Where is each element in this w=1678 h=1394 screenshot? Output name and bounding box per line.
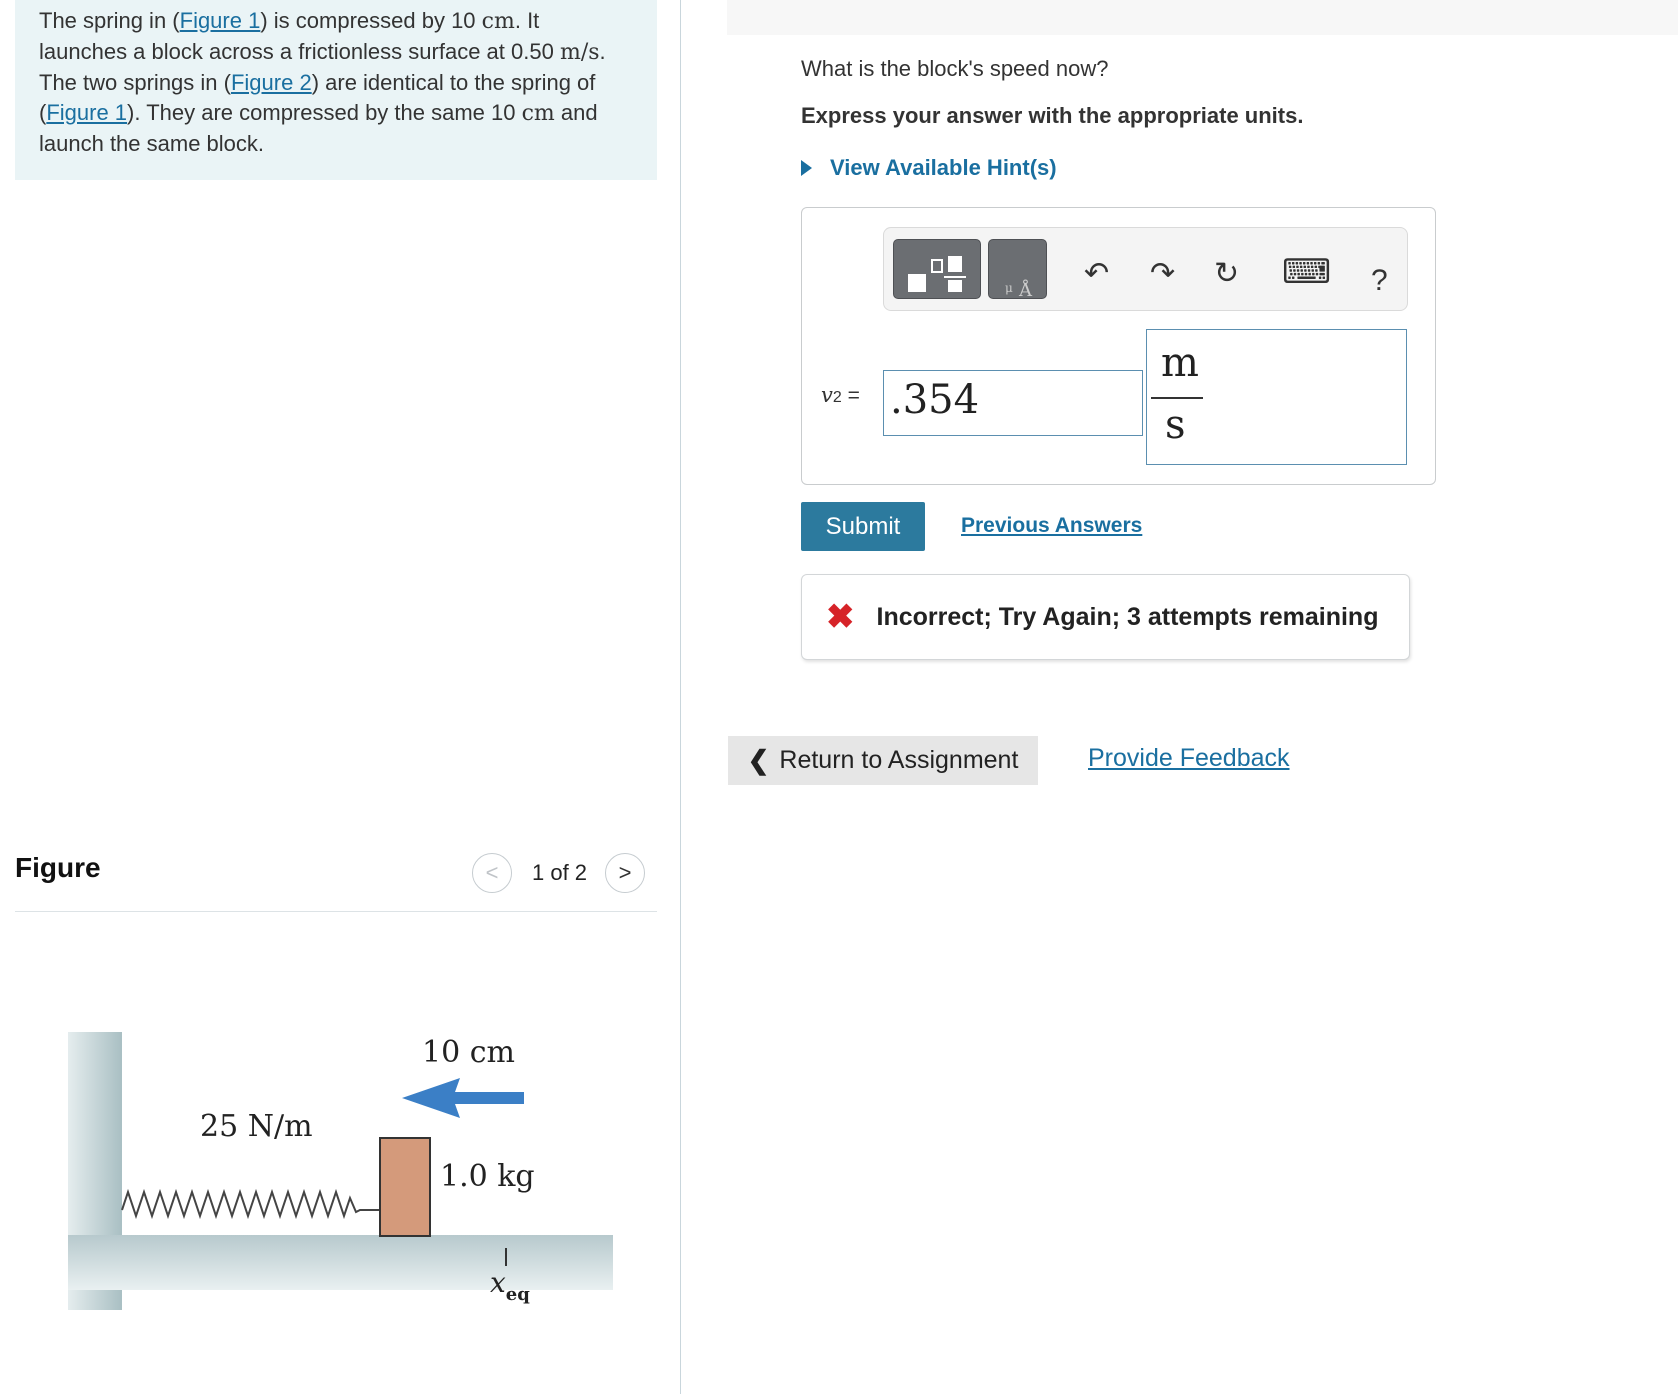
figure-2-link[interactable]: Figure 2 (231, 70, 312, 95)
instruction-text: Express your answer with the appropriate… (801, 103, 1304, 128)
figure-next-button[interactable]: > (605, 853, 646, 893)
view-hints-label: View Available Hint(s) (830, 155, 1057, 180)
figure-prev-button[interactable]: < (472, 853, 512, 893)
figure-counter: 1 of 2 (532, 860, 588, 885)
question-text: What is the block's speed now? (801, 56, 1109, 81)
fraction-bar (1151, 397, 1203, 399)
expand-triangle-icon (801, 160, 812, 176)
problem-text: ) is compressed by 10 (260, 8, 482, 33)
units-button[interactable]: μ Å (988, 239, 1047, 301)
undo-icon[interactable]: ↶ (1084, 256, 1109, 291)
speed-unit: m/s (559, 40, 600, 65)
feedback-message: ✖ Incorrect; Try Again; 3 attempts remai… (801, 574, 1410, 660)
panel-divider (680, 0, 681, 1394)
problem-text: The spring in ( (39, 8, 180, 33)
submit-button[interactable]: Submit (801, 502, 925, 551)
return-to-assignment-button[interactable]: ❮ Return to Assignment (728, 736, 1038, 785)
provide-feedback-link[interactable]: Provide Feedback (1088, 744, 1290, 773)
unit-numerator: m (1161, 340, 1199, 386)
svg-text:μ: μ (1005, 281, 1013, 295)
chevron-left-icon: < (485, 860, 499, 885)
svg-text:Å: Å (1018, 279, 1033, 300)
block (379, 1137, 431, 1237)
answer-value-input[interactable]: .354 (883, 370, 1143, 436)
previous-answers-link[interactable]: Previous Answers (961, 514, 1142, 538)
figure-title: Figure (15, 852, 101, 883)
spring (121, 1188, 380, 1220)
unit-cm: cm (521, 101, 555, 126)
problem-statement: The spring in (Figure 1) is compressed b… (15, 0, 657, 180)
help-icon[interactable]: ? (1371, 264, 1388, 298)
answer-box: μ Å ↶ ↷ ↻ ⌨ ? v2 = .354 m s (801, 207, 1436, 485)
unit-cm: cm (481, 9, 515, 34)
chevron-right-icon: > (618, 860, 632, 885)
redo-icon[interactable]: ↷ (1150, 256, 1175, 291)
compression-arrow (402, 1078, 524, 1118)
chevron-left-icon: ❮ (747, 745, 770, 775)
figure-1-link[interactable]: Figure 1 (46, 100, 127, 125)
mass-label: 1.0 kg (440, 1159, 535, 1194)
return-label: Return to Assignment (779, 746, 1019, 774)
templates-button[interactable] (893, 239, 981, 299)
problem-text: ). They are compressed by the same 10 (127, 100, 522, 125)
keyboard-icon[interactable]: ⌨ (1282, 252, 1331, 292)
figure-pager: < 1 of 2 > (472, 852, 646, 894)
units-icon: μ Å (1005, 279, 1033, 301)
spring-constant-label: 25 N/m (200, 1109, 313, 1144)
reset-icon[interactable]: ↻ (1214, 256, 1239, 291)
answer-unit-input[interactable]: m s (1146, 329, 1407, 465)
answer-variable-label: v2 = (821, 383, 860, 407)
figure-divider (15, 911, 657, 912)
spring-block-figure: 10 cm 25 N/m 1.0 kg xeq (68, 1032, 613, 1310)
compression-label: 10 cm (422, 1035, 515, 1070)
top-strip (727, 0, 1678, 35)
error-x-icon: ✖ (826, 598, 855, 636)
feedback-text: Incorrect; Try Again; 3 attempts remaini… (876, 602, 1379, 631)
templates-icon (908, 256, 966, 292)
math-toolbar: μ Å ↶ ↷ ↻ ⌨ ? (883, 227, 1408, 311)
figure-1-link[interactable]: Figure 1 (180, 8, 261, 33)
unit-denominator: s (1165, 402, 1186, 448)
view-hints-link[interactable]: View Available Hint(s) (801, 155, 1057, 181)
floor (68, 1235, 613, 1290)
speed-value: 0.50 (511, 39, 554, 64)
